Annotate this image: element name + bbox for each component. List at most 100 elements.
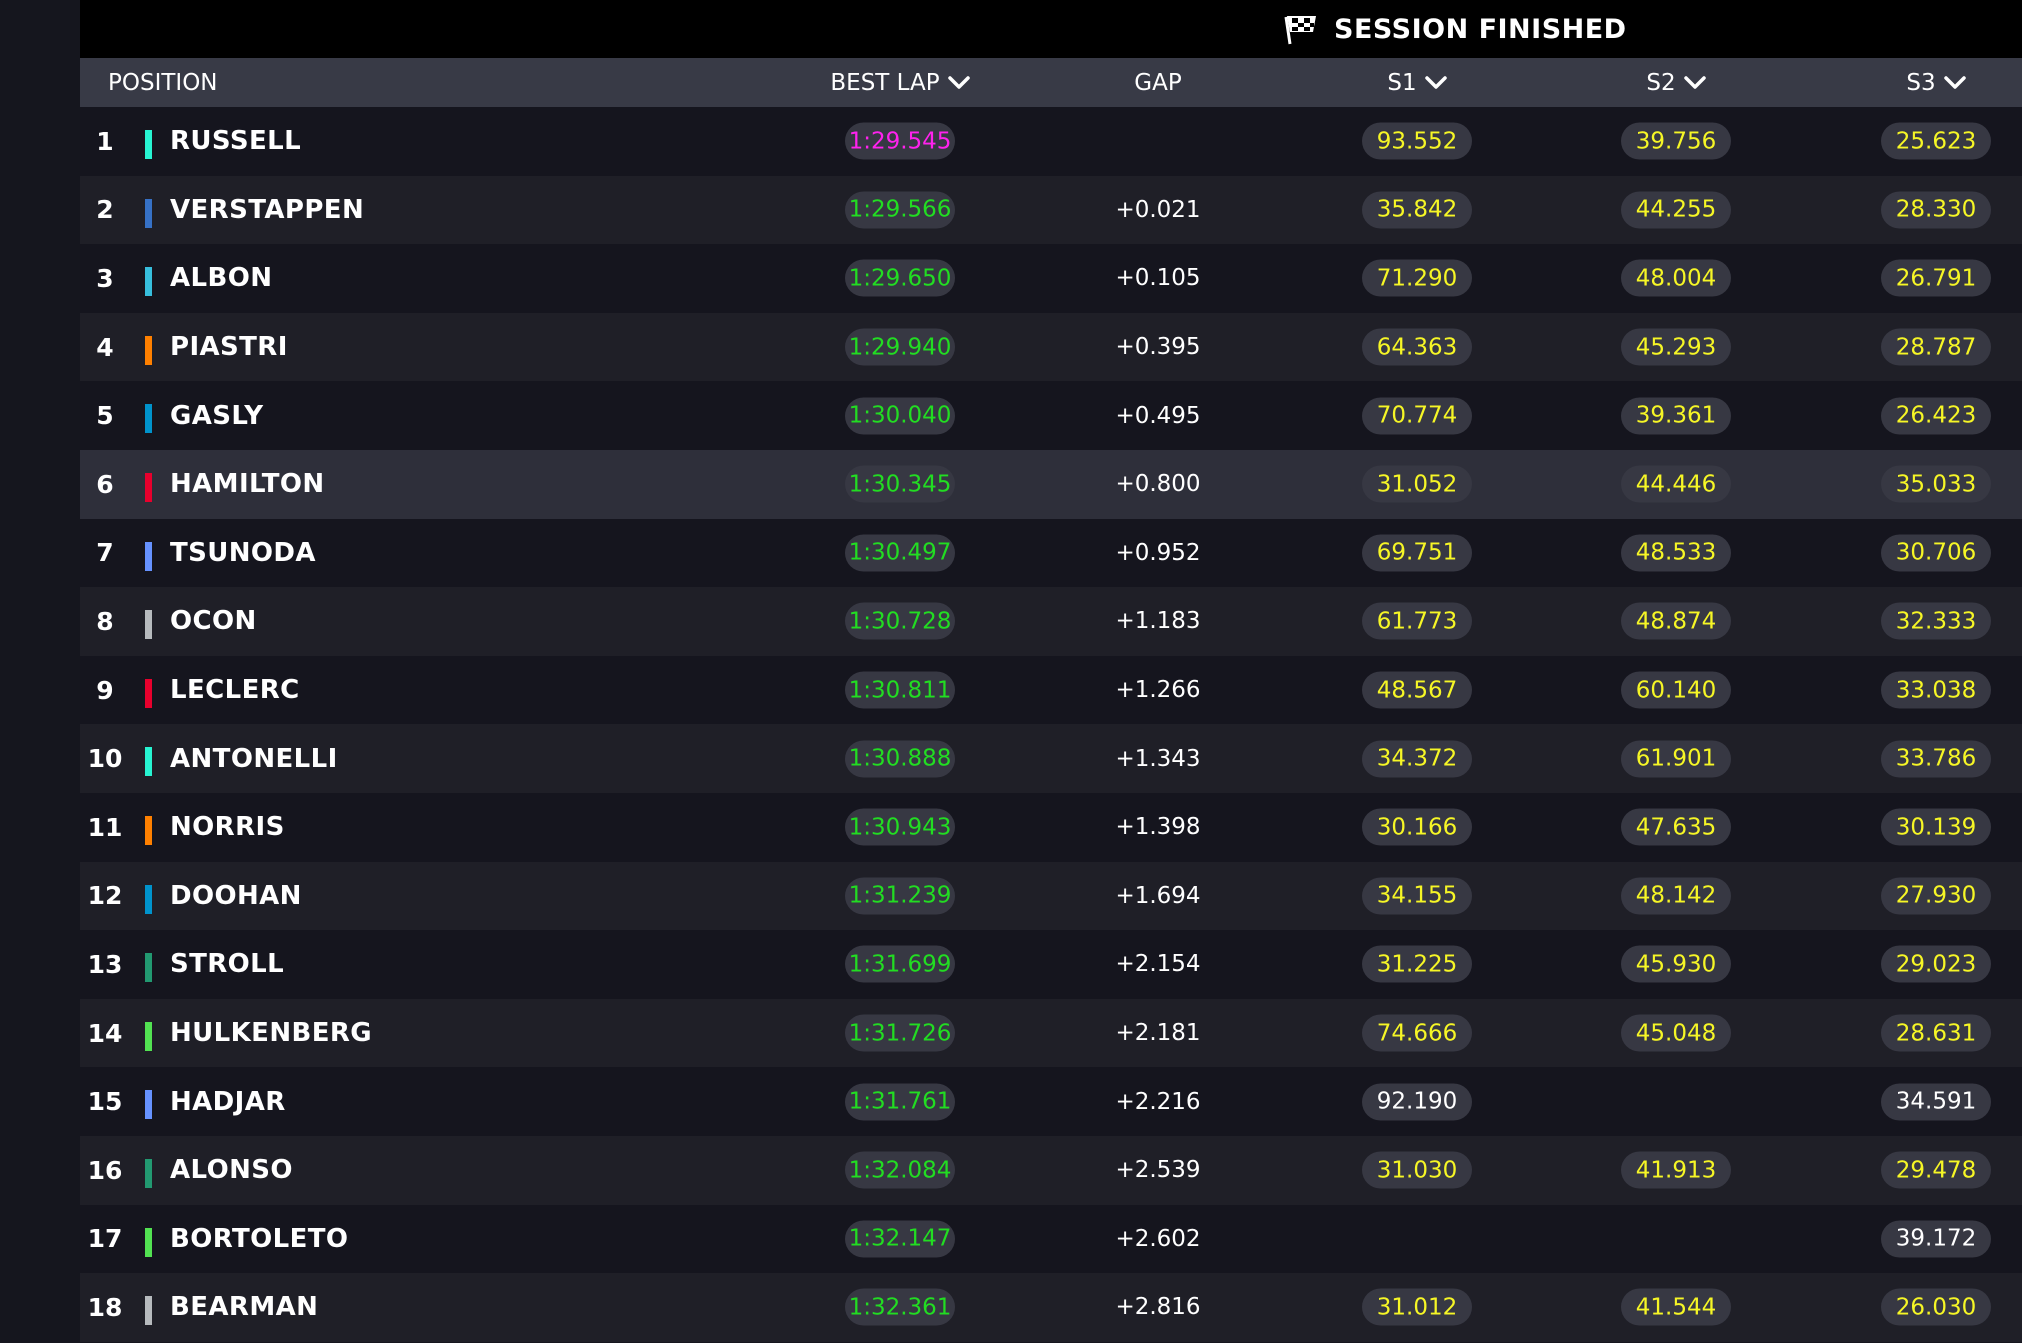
checkered-flag-icon [1284, 16, 1316, 45]
table-row[interactable]: 14 HULKENBERG 1:31.726 +2.181 74.666 45.048 28… [80, 998, 2022, 1068]
sector-s1-time: 69.751 [1362, 534, 1472, 572]
table-row[interactable]: 10 ANTONELLI 1:30.888 +1.343 34.372 61.901 33.… [80, 724, 2022, 793]
driver-name[interactable]: NORRIS [170, 793, 285, 862]
best-lap-time: 1:29.545 [845, 122, 955, 160]
table-row[interactable]: 12 DOOHAN 1:31.239 +1.694 34.155 48.142 27.930 [80, 861, 2022, 931]
driver-name[interactable]: STROLL [170, 930, 284, 999]
table-row[interactable]: 17 BORTOLETO 1:32.147 +2.602 39.172 [80, 1204, 2022, 1274]
driver-name[interactable]: ALBON [170, 244, 272, 313]
table-row[interactable]: 4 PIASTRI 1:29.940 +0.395 64.363 45.293 28.787 [80, 312, 2022, 382]
position-number: 18 [87, 1292, 123, 1322]
position-number: 6 [96, 469, 114, 499]
driver-name[interactable]: HULKENBERG [170, 999, 372, 1068]
sector-s2-time: 45.048 [1621, 1014, 1731, 1052]
position-number: 15 [87, 1087, 123, 1117]
driver-name[interactable]: RUSSELL [170, 107, 301, 176]
table-row[interactable]: 3 ALBON 1:29.650 +0.105 71.290 48.004 26.791 [80, 244, 2022, 313]
sector-s3-time: 27.930 [1881, 877, 1991, 915]
table-row[interactable]: 11 NORRIS 1:30.943 +1.398 30.166 47.635 30.139 [80, 792, 2022, 862]
sector-s2-time: 44.255 [1621, 191, 1731, 229]
sector-s3-time: 26.030 [1881, 1288, 1991, 1326]
driver-name[interactable]: HADJAR [170, 1067, 286, 1136]
sector-s1-time: 35.842 [1362, 191, 1472, 229]
sector-s3-time: 29.023 [1881, 945, 1991, 983]
driver-name[interactable]: TSUNODA [170, 519, 316, 588]
header-s2[interactable]: S2 [1626, 58, 1726, 107]
driver-name[interactable]: LECLERC [170, 656, 300, 725]
table-row[interactable]: 7 TSUNODA 1:30.497 +0.952 69.751 48.533 30.706 [80, 518, 2022, 588]
best-lap-time: 1:29.566 [845, 191, 955, 229]
table-row[interactable]: 2 VERSTAPPEN 1:29.566 +0.021 35.842 44.255 28.… [80, 175, 2022, 245]
team-color-bar [145, 884, 152, 914]
sector-s1-time: 31.012 [1362, 1288, 1472, 1326]
position-number: 8 [96, 606, 114, 636]
sector-s1-time: 64.363 [1362, 328, 1472, 366]
driver-name[interactable]: GASLY [170, 381, 264, 450]
position-number: 17 [87, 1224, 123, 1254]
header-best-lap-label: BEST LAP [830, 69, 940, 96]
driver-name[interactable]: ANTONELLI [170, 724, 338, 793]
table-row[interactable]: 13 STROLL 1:31.699 +2.154 31.225 45.930 29.023 [80, 930, 2022, 999]
gap-value: +2.181 [1115, 1020, 1201, 1047]
sector-s2-time: 41.913 [1621, 1151, 1731, 1189]
table-row[interactable]: 15 HADJAR 1:31.761 +2.216 92.190 34.591 [80, 1067, 2022, 1136]
best-lap-time: 1:32.361 [845, 1288, 955, 1326]
position-number: 3 [96, 263, 114, 293]
sector-s3-time: 39.172 [1881, 1220, 1991, 1258]
table-row[interactable]: 9 LECLERC 1:30.811 +1.266 48.567 60.140 33.038 [80, 655, 2022, 725]
gap-value: +1.266 [1115, 677, 1201, 704]
position-number: 14 [87, 1018, 123, 1048]
sector-s2-time: 39.361 [1621, 397, 1731, 435]
position-number: 5 [96, 401, 114, 431]
sector-s1-time: 34.155 [1362, 877, 1472, 915]
driver-name[interactable]: VERSTAPPEN [170, 176, 364, 245]
driver-name[interactable]: DOOHAN [170, 862, 302, 931]
sector-s2-time: 44.446 [1621, 465, 1731, 503]
gap-value: +2.154 [1115, 951, 1201, 978]
team-color-bar [145, 335, 152, 365]
driver-name[interactable]: BORTOLETO [170, 1205, 348, 1274]
driver-name[interactable]: HAMILTON [170, 450, 325, 519]
best-lap-time: 1:30.888 [845, 740, 955, 778]
gap-value: +0.021 [1115, 196, 1201, 223]
team-color-bar [145, 198, 152, 228]
sector-s1-time: 93.552 [1362, 122, 1472, 160]
best-lap-time: 1:30.811 [845, 671, 955, 709]
best-lap-time: 1:30.943 [845, 808, 955, 846]
position-number: 7 [96, 538, 114, 568]
table-row[interactable]: 1 RUSSELL 1:29.545 93.552 39.756 25.623 [80, 107, 2022, 176]
position-number: 2 [96, 195, 114, 225]
position-number: 12 [87, 881, 123, 911]
header-s3[interactable]: S3 [1886, 58, 1986, 107]
header-position-label: POSITION [108, 69, 218, 96]
header-s3-label: S3 [1906, 69, 1936, 96]
table-header: POSITION BEST LAP GAP S1 S2 S3 [80, 58, 2022, 107]
driver-name[interactable]: ALONSO [170, 1136, 293, 1205]
header-s1[interactable]: S1 [1367, 58, 1467, 107]
driver-name[interactable]: PIASTRI [170, 313, 288, 382]
sector-s3-time: 28.631 [1881, 1014, 1991, 1052]
sector-s3-time: 26.423 [1881, 397, 1991, 435]
header-best-lap[interactable]: BEST LAP [820, 58, 980, 107]
best-lap-time: 1:30.728 [845, 602, 955, 640]
sector-s3-time: 33.038 [1881, 671, 1991, 709]
table-row[interactable]: 6 HAMILTON 1:30.345 +0.800 31.052 44.446 35.03… [80, 449, 2022, 519]
team-color-bar [145, 404, 152, 434]
position-number: 11 [87, 812, 123, 842]
sector-s3-time: 28.330 [1881, 191, 1991, 229]
driver-name[interactable]: BEARMAN [170, 1273, 318, 1342]
table-row[interactable]: 16 ALONSO 1:32.084 +2.539 31.030 41.913 29.478 [80, 1135, 2022, 1205]
sector-s1-time: 31.225 [1362, 945, 1472, 983]
sector-s1-time: 31.052 [1362, 465, 1472, 503]
best-lap-time: 1:31.761 [845, 1083, 955, 1121]
driver-name[interactable]: OCON [170, 587, 257, 656]
team-color-bar [145, 678, 152, 708]
gap-value: +0.105 [1115, 265, 1201, 292]
sector-s1-time: 92.190 [1362, 1083, 1472, 1121]
sector-s2-time: 41.544 [1621, 1288, 1731, 1326]
position-number: 1 [96, 126, 114, 156]
chevron-down-icon [1943, 75, 1966, 89]
table-row[interactable]: 18 BEARMAN 1:32.361 +2.816 31.012 41.544 26.03… [80, 1273, 2022, 1342]
table-row[interactable]: 8 OCON 1:30.728 +1.183 61.773 48.874 32.333 [80, 587, 2022, 656]
table-row[interactable]: 5 GASLY 1:30.040 +0.495 70.774 39.361 26.423 [80, 381, 2022, 450]
